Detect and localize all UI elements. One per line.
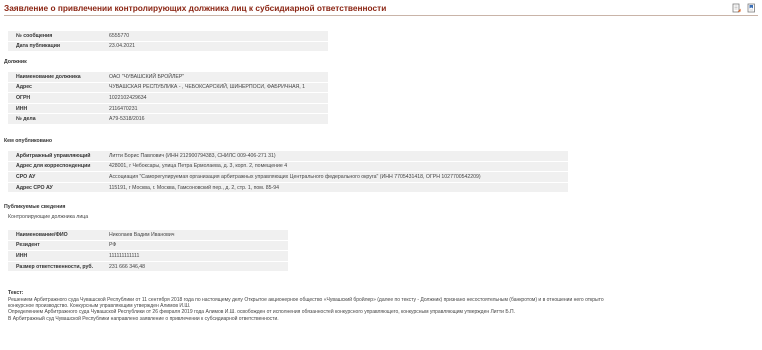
field-label: Наименование/ФИО: [8, 230, 109, 240]
table-row: ИНН 2116470231: [8, 103, 328, 114]
text-line: В Арбитражный суд Чувашской Республики н…: [8, 315, 279, 322]
table-row: Резидент РФ: [8, 240, 288, 251]
field-value: Ассоциация "Саморегулируемая организация…: [109, 172, 568, 182]
field-value: ЧУВАШСКАЯ РЕСПУБЛИКА - , ЧЕБОКСАРСКИЙ, Ш…: [109, 82, 328, 93]
table-row: СРО АУ Ассоциация "Саморегулируемая орган…: [8, 172, 568, 182]
field-value: А79-5318/2016: [109, 114, 328, 124]
table-row: Адрес для корреспонденции 428001, г Чебок…: [8, 161, 568, 172]
table-row: ОГРН 1022102429634: [8, 93, 328, 103]
field-label: Адрес СРО АУ: [8, 182, 109, 193]
table-row: Дата публикации 23.04.2021: [8, 41, 328, 52]
field-label: № сообщения: [8, 31, 109, 41]
field-value: 23.04.2021: [109, 41, 328, 52]
field-label: Адрес для корреспонденции: [8, 161, 109, 172]
table-row: Размер ответственности, руб. 231 666 346,…: [8, 261, 288, 272]
field-label: Размер ответственности, руб.: [8, 261, 109, 272]
print-icon[interactable]: [732, 3, 741, 13]
field-value: РФ: [109, 240, 288, 251]
field-label: ИНН: [8, 251, 109, 261]
table-row: Адрес СРО АУ 115191, г Москва, г. Москва,…: [8, 182, 568, 193]
table-row: № сообщения 6555770: [8, 31, 328, 41]
field-label: Адрес: [8, 82, 109, 93]
table-row: Арбитражный управляющий Литти Борис Павло…: [8, 151, 568, 161]
publisher-heading: Кем опубликовано: [4, 138, 53, 144]
header-actions: [732, 3, 756, 13]
field-value: 231 666 346,48: [109, 261, 288, 272]
field-value: Литти Борис Павлович (ИНН 212900794383, …: [109, 151, 568, 161]
field-value: ОАО "ЧУВАШСКИЙ БРОЙЛЕР": [109, 72, 328, 82]
publisher-table: Арбитражный управляющий Литти Борис Павло…: [8, 150, 568, 193]
field-label: Наименование должника: [8, 72, 109, 82]
table-row: № дела А79-5318/2016: [8, 114, 328, 124]
message-info-table: № сообщения 6555770 Дата публикации 23.04.…: [8, 30, 328, 52]
details-table: Наименование/ФИО Николаев Вадим Иванович …: [8, 229, 288, 272]
field-value: 428001, г Чебоксары, улица Петра Ермолае…: [109, 161, 568, 172]
table-row: Наименование/ФИО Николаев Вадим Иванович: [8, 230, 288, 240]
field-value: 2116470231: [109, 103, 328, 114]
table-row: Наименование должника ОАО "ЧУВАШСКИЙ БРОЙ…: [8, 72, 328, 82]
field-label: ИНН: [8, 103, 109, 114]
table-row: ИНН 111111111111: [8, 251, 288, 261]
debtor-table: Наименование должника ОАО "ЧУВАШСКИЙ БРОЙ…: [8, 71, 328, 125]
field-value: 1022102429634: [109, 93, 328, 103]
field-label: Резидент: [8, 240, 109, 251]
debtor-heading: Должник: [4, 59, 27, 65]
field-value: 115191, г Москва, г. Москва, Гамсоновски…: [109, 182, 568, 193]
details-heading: Публикуемые сведения: [4, 204, 66, 210]
field-label: СРО АУ: [8, 172, 109, 182]
field-label: Дата публикации: [8, 41, 109, 52]
bookmark-icon[interactable]: [747, 3, 756, 13]
text-body: Решением Арбитражного суда Чувашской Рес…: [8, 297, 748, 322]
field-value: 111111111111: [109, 251, 288, 261]
field-label: Арбитражный управляющий: [8, 151, 109, 161]
field-label: ОГРН: [8, 93, 109, 103]
field-value: Николаев Вадим Иванович: [109, 230, 288, 240]
table-row: Адрес ЧУВАШСКАЯ РЕСПУБЛИКА - , ЧЕБОКСАРСК…: [8, 82, 328, 93]
text-heading: Текст:: [8, 290, 24, 296]
details-subheading: Контролирующие должника лица: [8, 214, 89, 220]
field-label: № дела: [8, 114, 109, 124]
page-title: Заявление о привлечении контролирующих д…: [4, 3, 387, 13]
field-value: 6555770: [109, 31, 328, 41]
page-header: Заявление о привлечении контролирующих д…: [4, 2, 758, 16]
